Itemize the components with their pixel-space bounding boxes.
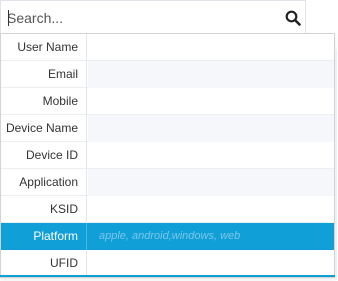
field-option-hint <box>88 88 334 115</box>
field-option-hint <box>88 115 334 142</box>
field-option-label: Platform <box>1 223 87 250</box>
field-option-platform[interactable]: Platform apple, android,windows, web <box>1 223 334 250</box>
field-option-label: KSID <box>1 196 87 223</box>
search-field-dropdown: User Name Email Mobile Device Name Devic… <box>0 33 335 278</box>
field-option-ksid[interactable]: KSID <box>1 196 334 223</box>
field-option-label: Device Name <box>1 115 87 142</box>
field-option-device-id[interactable]: Device ID <box>1 142 334 169</box>
field-option-hint <box>88 34 334 61</box>
field-option-hint <box>88 169 334 196</box>
dropdown-bottom-accent <box>0 275 335 277</box>
search-bar[interactable] <box>0 0 306 34</box>
field-option-hint <box>88 196 334 223</box>
field-option-label: Email <box>1 61 87 88</box>
field-option-user-name[interactable]: User Name <box>1 34 334 61</box>
dropdown-scroll-edge <box>335 50 337 280</box>
field-option-label: Device ID <box>1 142 87 169</box>
field-option-label: User Name <box>1 34 87 61</box>
field-option-label: Mobile <box>1 88 87 115</box>
text-cursor <box>8 10 9 26</box>
field-option-mobile[interactable]: Mobile <box>1 88 334 115</box>
field-option-application[interactable]: Application <box>1 169 334 196</box>
field-option-hint: apple, android,windows, web <box>88 223 334 250</box>
field-option-hint <box>88 61 334 88</box>
field-option-label: UFID <box>1 250 87 277</box>
field-option-ufid[interactable]: UFID <box>1 250 334 277</box>
search-input[interactable] <box>7 7 267 29</box>
field-option-hint <box>88 142 334 169</box>
field-option-device-name[interactable]: Device Name <box>1 115 334 142</box>
field-option-email[interactable]: Email <box>1 61 334 88</box>
field-option-label: Application <box>1 169 87 196</box>
field-option-hint <box>88 250 334 277</box>
search-icon[interactable] <box>285 10 301 26</box>
